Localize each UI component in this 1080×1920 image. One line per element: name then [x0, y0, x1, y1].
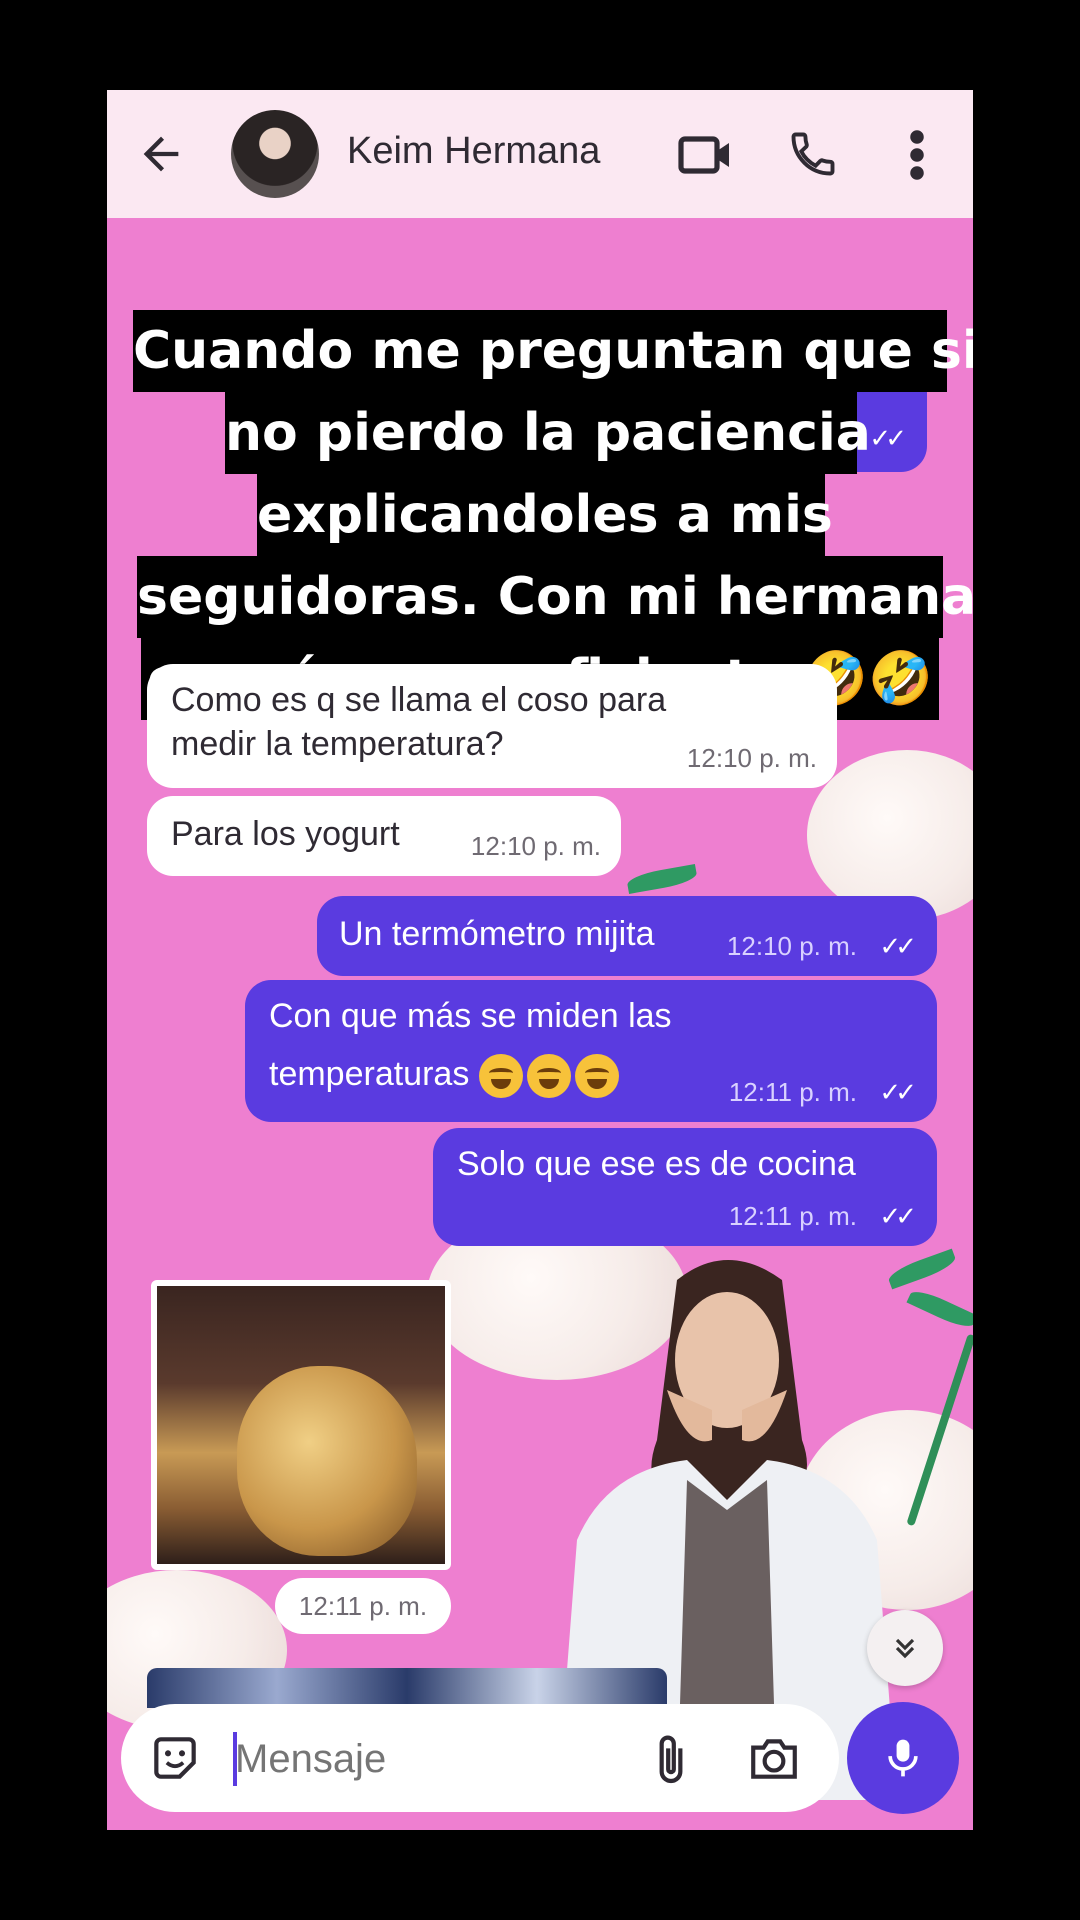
message-time: 12:10 p. m.	[686, 743, 817, 773]
avatar[interactable]	[231, 110, 319, 198]
message-time: 12:11 p. m.	[728, 1201, 857, 1231]
message-text: Para los yogurt	[171, 815, 400, 853]
sticker-icon[interactable]	[147, 1730, 203, 1786]
message-text: Solo que ese es de cocina	[457, 1145, 856, 1183]
photo-subject	[237, 1366, 417, 1556]
message-text: Con que más se miden las temperaturas	[269, 994, 672, 1099]
message-composer	[121, 1704, 839, 1812]
photo-image[interactable]	[157, 1286, 445, 1564]
photo-message[interactable]	[151, 1280, 451, 1570]
message-input[interactable]	[233, 1726, 627, 1792]
caption-line: seguidoras. Con mi hermana	[137, 556, 973, 638]
mic-button[interactable]	[847, 1702, 959, 1814]
chat-header: Keim Hermana	[107, 90, 973, 218]
phone-icon[interactable]	[787, 128, 839, 180]
caption-line: no pierdo la paciencia	[225, 392, 871, 474]
message-time: 12:11 p. m.	[275, 1578, 451, 1634]
read-ticks-icon: ✓✓	[879, 931, 916, 961]
caption-line: Cuando me preguntan que si	[133, 310, 973, 392]
message-time: 12:11 p. m.	[728, 1077, 857, 1107]
message-time: 12:10 p. m.	[470, 831, 601, 861]
message-time: 12:10 p. m.	[726, 931, 857, 961]
scroll-down-button[interactable]	[867, 1610, 943, 1686]
joy-emoji-icon	[574, 1054, 619, 1099]
contact-name[interactable]: Keim Hermana	[347, 130, 600, 173]
message-bubble-outgoing[interactable]: Con que más se miden las temperaturas 12…	[245, 980, 937, 1122]
attach-icon[interactable]	[651, 1732, 691, 1788]
chat-screen: Keim Hermana m. ✓✓ Cuando me preguntan q…	[107, 90, 973, 1830]
background-decoration	[625, 864, 699, 894]
background-decoration	[906, 1286, 973, 1332]
message-bubble-outgoing[interactable]: Solo que ese es de cocina 12:11 p. m. ✓✓	[433, 1128, 937, 1246]
message-bubble-outgoing[interactable]: Un termómetro mijita 12:10 p. m. ✓✓	[317, 896, 937, 976]
double-chevron-down-icon	[895, 1638, 915, 1659]
more-vert-icon[interactable]	[907, 128, 927, 182]
message-bubble-incoming[interactable]: Como es q se llama el coso para medir la…	[147, 664, 837, 788]
joy-emoji-icon	[478, 1054, 523, 1099]
read-ticks-icon: ✓✓	[869, 423, 906, 453]
mic-icon	[888, 1739, 918, 1777]
arrow-back-icon[interactable]	[135, 128, 187, 180]
joy-emoji-icon	[526, 1054, 571, 1099]
message-text: Como es q se llama el coso para medir la…	[171, 681, 667, 763]
read-ticks-icon: ✓✓	[879, 1201, 916, 1231]
message-text: Un termómetro mijita	[339, 915, 655, 953]
camera-icon[interactable]	[747, 1734, 801, 1782]
video-icon[interactable]	[677, 130, 733, 180]
message-bubble-incoming[interactable]: Para los yogurt 12:10 p. m.	[147, 796, 621, 876]
caption-line: explicandoles a mis	[257, 474, 833, 556]
partial-message-preview[interactable]	[147, 1668, 667, 1708]
read-ticks-icon: ✓✓	[879, 1077, 916, 1107]
